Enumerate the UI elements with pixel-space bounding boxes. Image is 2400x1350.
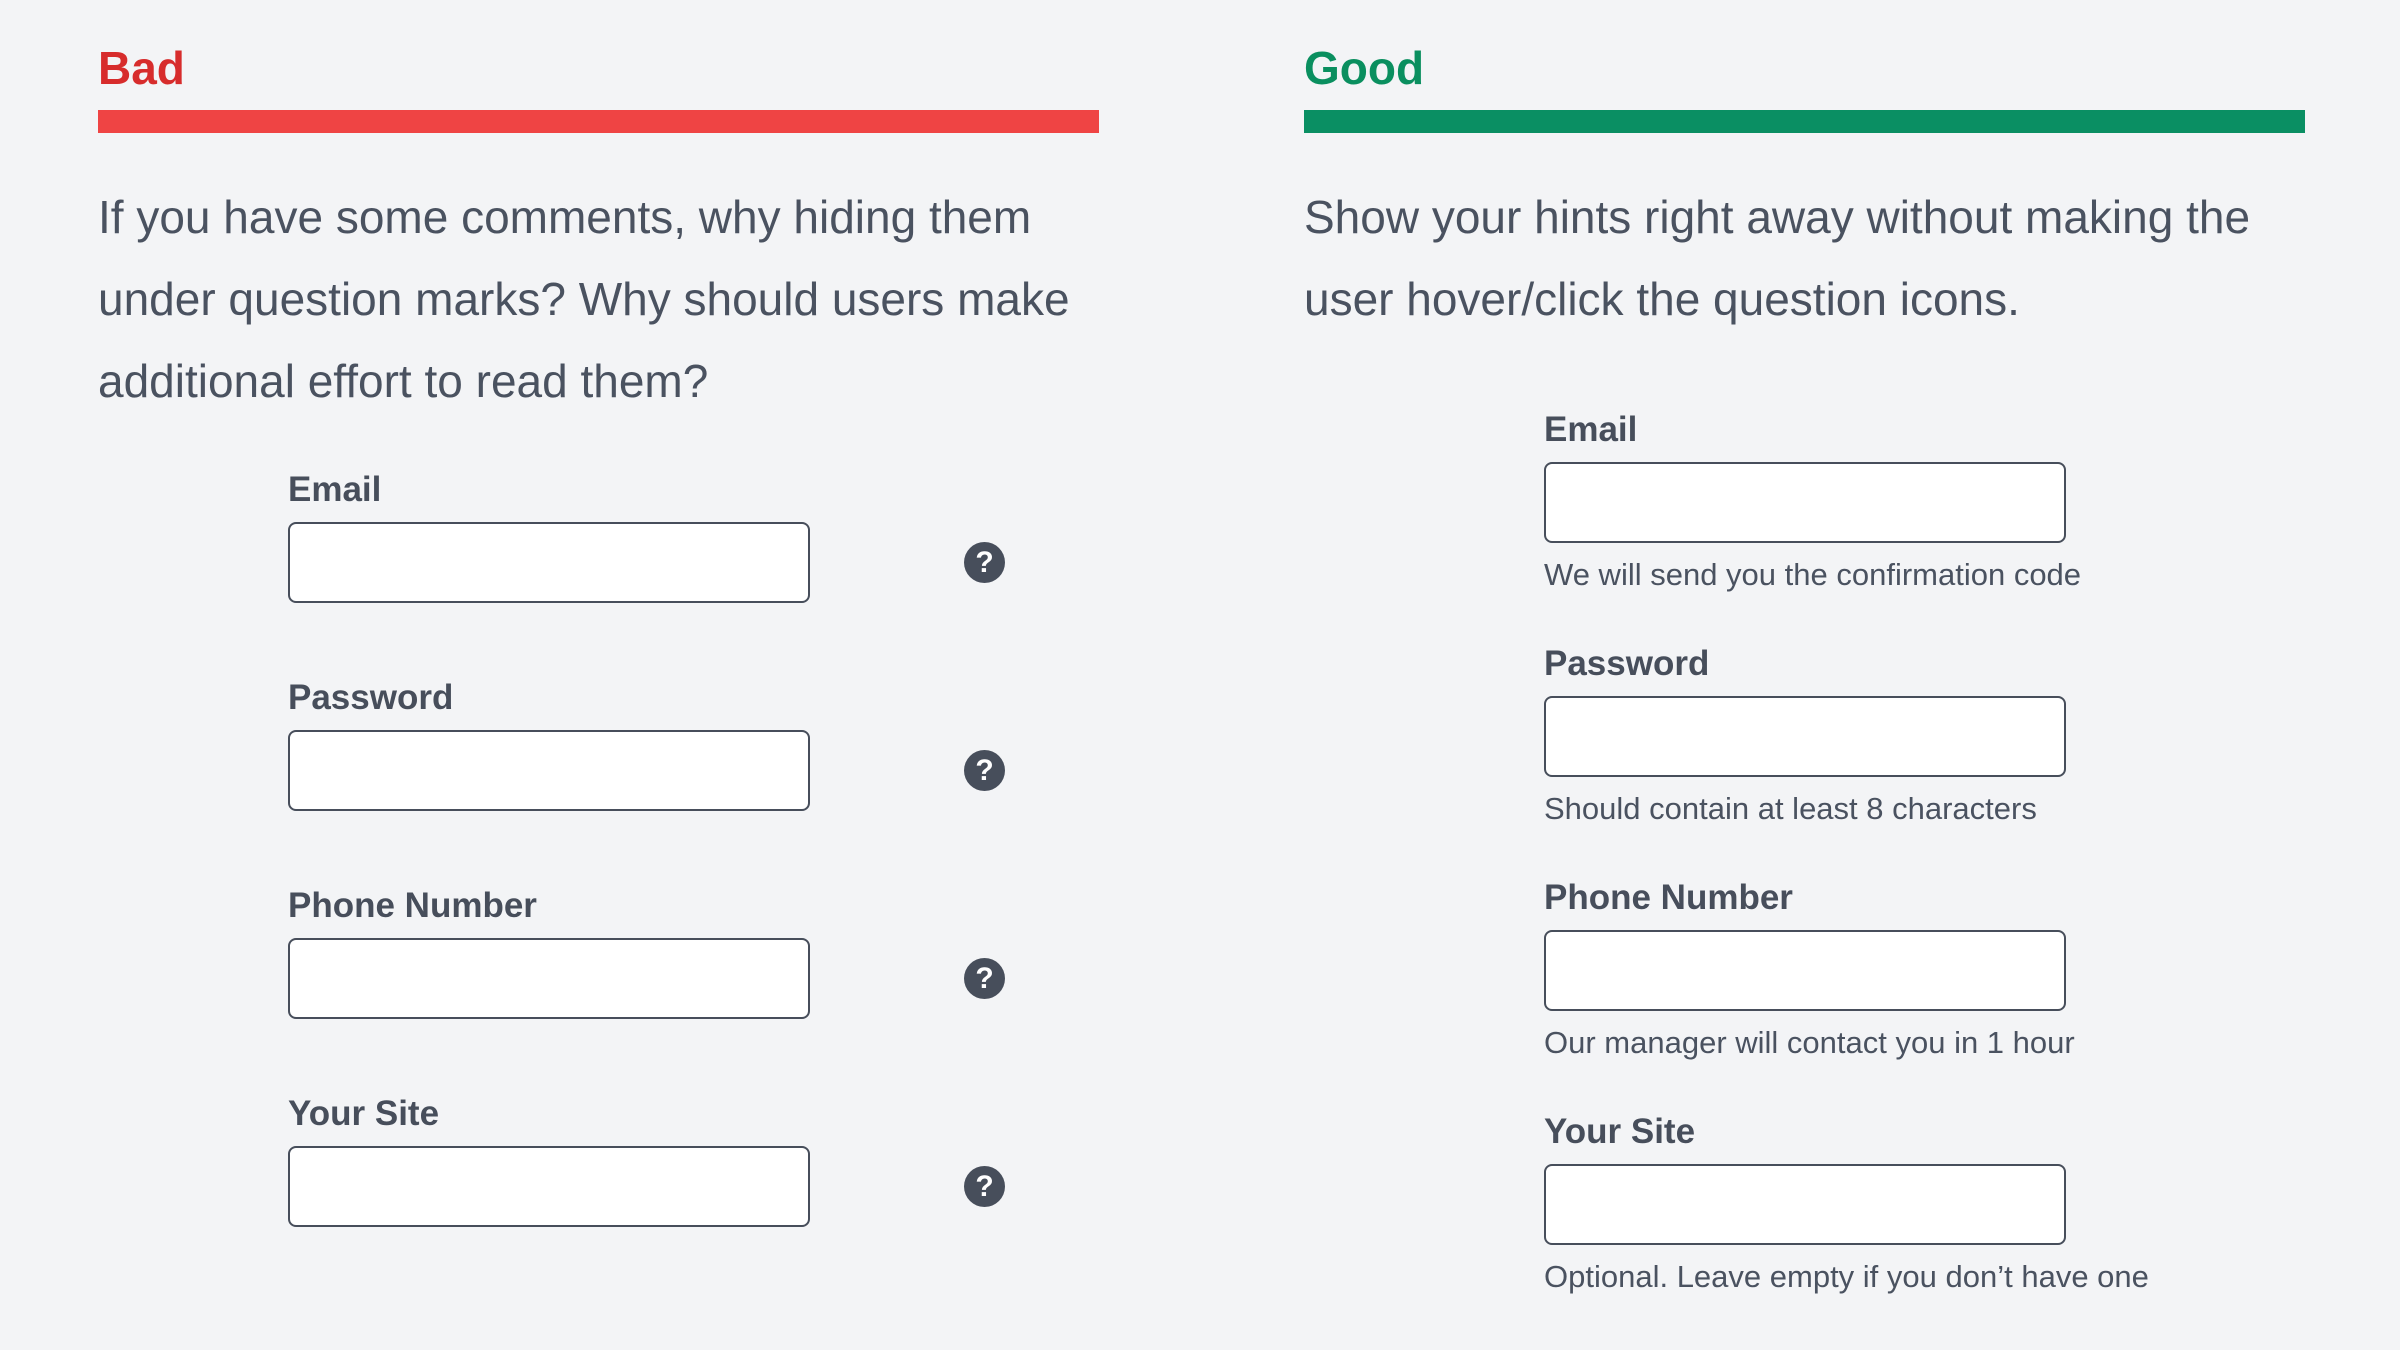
email-label: Email: [1544, 410, 1638, 449]
phone-number-label: Phone Number: [1544, 878, 1793, 917]
phone-number-input[interactable]: [1544, 930, 2066, 1011]
password-label: Password: [288, 678, 454, 717]
email-input[interactable]: [1544, 462, 2066, 543]
question-circle-icon[interactable]: ?: [964, 1166, 1005, 1207]
good-form: Email We will send you the confirmation …: [1544, 410, 2149, 1346]
bad-example-column: Bad If you have some comments, why hidin…: [98, 0, 1100, 1350]
bad-heading: Bad: [98, 42, 185, 94]
good-phone-field-group: Phone Number Our manager will contact yo…: [1544, 878, 2149, 1112]
phone-number-hint: Our manager will contact you in 1 hour: [1544, 1025, 2075, 1060]
password-label: Password: [1544, 644, 1710, 683]
good-accent-bar: [1304, 110, 2305, 133]
question-circle-icon[interactable]: ?: [964, 750, 1005, 791]
bad-site-field-group: Your Site ?: [288, 1094, 1005, 1302]
password-hint: Should contain at least 8 characters: [1544, 791, 2037, 826]
email-hint: We will send you the confirmation code: [1544, 557, 2082, 592]
question-circle-icon[interactable]: ?: [964, 542, 1005, 583]
bad-password-field-group: Password ?: [288, 678, 1005, 886]
your-site-input[interactable]: [288, 1146, 810, 1227]
email-label: Email: [288, 470, 382, 509]
bad-phone-field-group: Phone Number ?: [288, 886, 1005, 1094]
password-input[interactable]: [288, 730, 810, 811]
bad-form: Email ? Password ? Phone Number ? Your S…: [288, 470, 1005, 1302]
password-input[interactable]: [1544, 696, 2066, 777]
your-site-input[interactable]: [1544, 1164, 2066, 1245]
good-password-field-group: Password Should contain at least 8 chara…: [1544, 644, 2149, 878]
good-description: Show your hints right away without makin…: [1304, 176, 2304, 340]
comparison-page: Bad If you have some comments, why hidin…: [0, 0, 2400, 1350]
bad-email-field-group: Email ?: [288, 470, 1005, 678]
your-site-label: Your Site: [288, 1094, 440, 1133]
bad-description-line: under question marks? Why should users m…: [98, 273, 1070, 325]
bad-description-line: If you have some comments, why hiding th…: [98, 191, 1032, 243]
question-circle-icon[interactable]: ?: [964, 958, 1005, 999]
good-site-field-group: Your Site Optional. Leave empty if you d…: [1544, 1112, 2149, 1346]
bad-accent-bar: [98, 110, 1099, 133]
good-heading: Good: [1304, 42, 1425, 94]
phone-number-label: Phone Number: [288, 886, 537, 925]
your-site-hint: Optional. Leave empty if you don’t have …: [1544, 1259, 2149, 1294]
your-site-label: Your Site: [1544, 1112, 1696, 1151]
good-email-field-group: Email We will send you the confirmation …: [1544, 410, 2149, 644]
good-description-line: user hover/click the question icons.: [1304, 273, 2020, 325]
bad-description: If you have some comments, why hiding th…: [98, 176, 1098, 422]
good-description-line: Show your hints right away without makin…: [1304, 191, 2251, 243]
phone-number-input[interactable]: [288, 938, 810, 1019]
bad-description-line: additional effort to read them?: [98, 355, 709, 407]
good-example-column: Good Show your hints right away without …: [1304, 0, 2306, 1350]
email-input[interactable]: [288, 522, 810, 603]
